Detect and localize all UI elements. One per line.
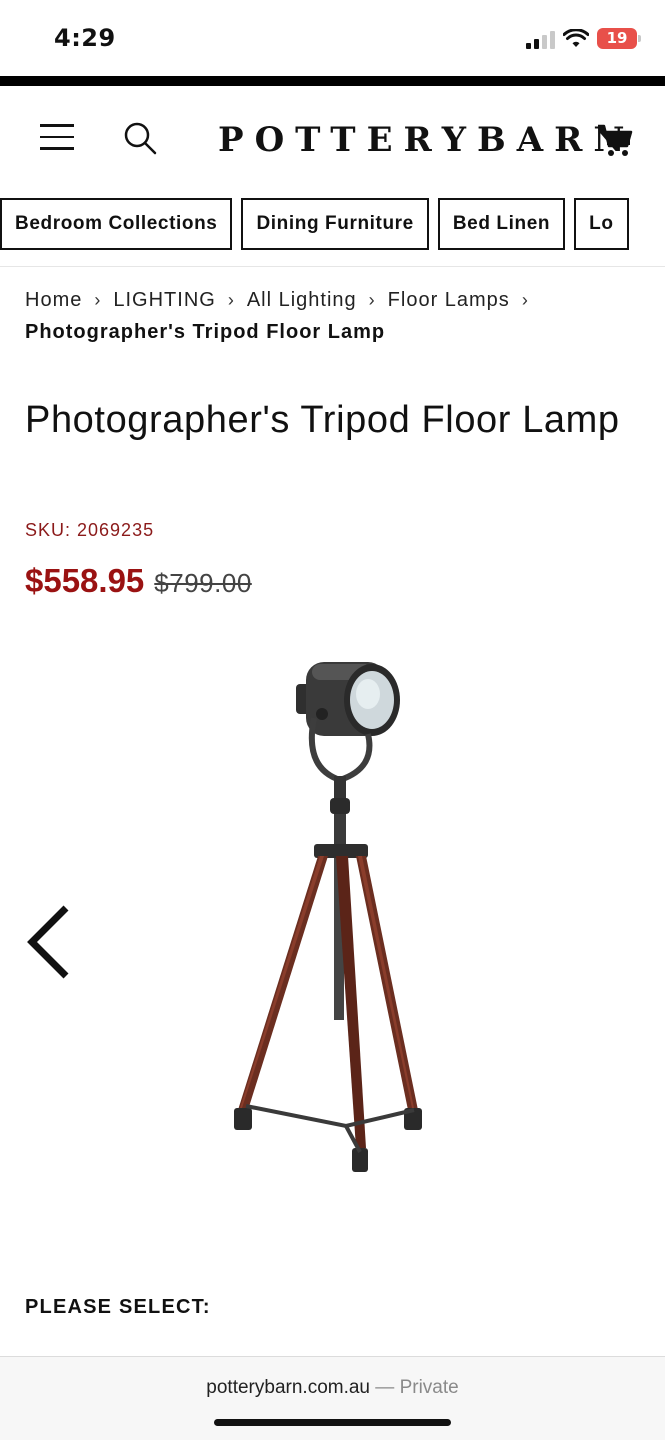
- logo-word-pottery: POTTERY: [218, 120, 477, 160]
- tripod-floor-lamp-image[interactable]: [200, 648, 460, 1178]
- chip-bedroom-collections[interactable]: Bedroom Collections: [0, 198, 233, 250]
- url-separator: —: [375, 1377, 395, 1398]
- chip-dining-furniture[interactable]: Dining Furniture: [241, 198, 429, 250]
- chevron-right-icon: ›: [521, 290, 529, 310]
- site-header: POTTERYBARN: [0, 86, 665, 194]
- original-price: $799.00: [154, 568, 252, 598]
- chip-divider: [0, 266, 665, 267]
- sale-price: $558.95: [25, 562, 145, 599]
- menu-icon[interactable]: [40, 124, 74, 152]
- address-bar[interactable]: potterybarn.com.au — Private: [0, 1377, 665, 1399]
- breadcrumb-floor-lamps[interactable]: Floor Lamps: [388, 289, 510, 311]
- chip-bed-linen[interactable]: Bed Linen: [437, 198, 566, 250]
- chevron-right-icon: ›: [94, 290, 102, 310]
- chevron-right-icon: ›: [227, 290, 235, 310]
- cart-icon[interactable]: [596, 122, 634, 160]
- home-indicator[interactable]: [214, 1419, 451, 1426]
- chevron-left-icon[interactable]: [22, 902, 74, 982]
- top-divider: [0, 76, 665, 86]
- category-chips: Bedroom Collections Dining Furniture Bed…: [0, 198, 665, 252]
- chevron-right-icon: ›: [368, 290, 376, 310]
- status-bar: 4:29 19: [0, 0, 665, 76]
- brand-logo[interactable]: POTTERYBARN: [218, 120, 635, 160]
- breadcrumb-lighting[interactable]: LIGHTING: [113, 289, 215, 311]
- url-text: potterybarn.com.au: [206, 1377, 370, 1398]
- product-sku: SKU: 2069235: [25, 520, 155, 540]
- breadcrumb-all-lighting[interactable]: All Lighting: [247, 289, 357, 311]
- search-icon[interactable]: [122, 120, 158, 156]
- product-gallery: [0, 620, 665, 1260]
- status-time: 4:29: [54, 24, 116, 52]
- battery-icon: 19: [597, 28, 641, 49]
- breadcrumb-home[interactable]: Home: [25, 289, 82, 311]
- options-heading: PLEASE SELECT:: [25, 1296, 211, 1318]
- product-title: Photographer's Tripod Floor Lamp: [25, 399, 620, 441]
- browser-toolbar: potterybarn.com.au — Private: [0, 1356, 665, 1440]
- breadcrumb-current: Photographer's Tripod Floor Lamp: [25, 321, 386, 343]
- price-row: $558.95 $799.00: [25, 562, 252, 600]
- signal-icon: [526, 29, 555, 49]
- private-mode-label: Private: [399, 1377, 459, 1398]
- wifi-icon: [563, 28, 589, 47]
- chip-truncated[interactable]: Lo: [574, 198, 629, 250]
- status-icons: 19: [526, 28, 641, 49]
- breadcrumb: Home › LIGHTING › All Lighting › Floor Lamps › …: [25, 284, 640, 348]
